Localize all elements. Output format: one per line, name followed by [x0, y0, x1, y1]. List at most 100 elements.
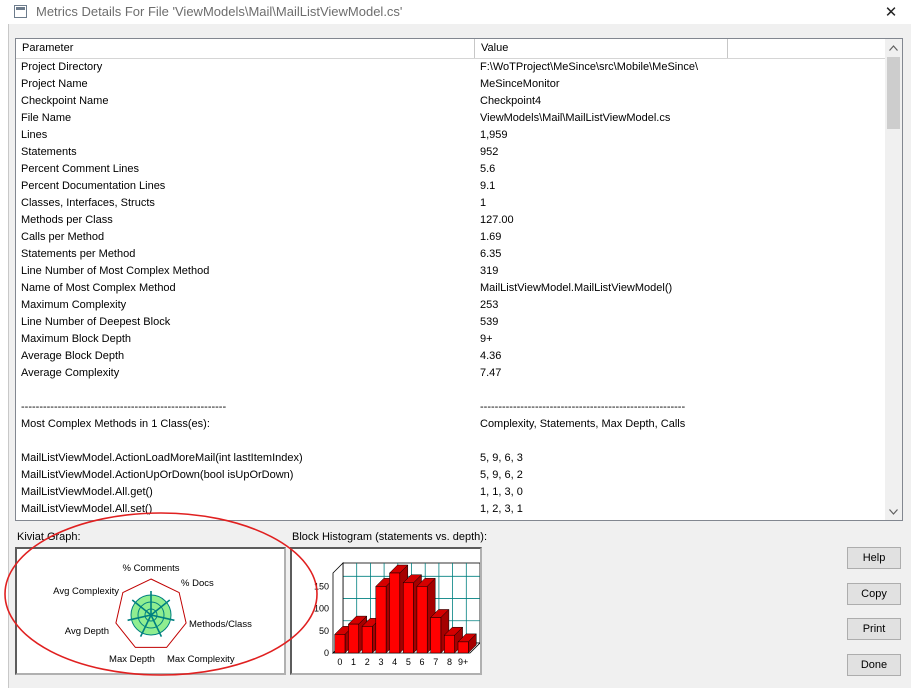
row-parameter: Statements: [21, 146, 77, 158]
histogram-bar: [457, 641, 469, 654]
row-parameter: Methods per Class: [21, 214, 113, 226]
histogram-bar: [444, 634, 455, 654]
list-row[interactable]: Classes, Interfaces, Structs 1: [16, 195, 887, 212]
list-row[interactable]: Project Name MeSinceMonitor: [16, 76, 887, 93]
list-row[interactable]: Maximum Complexity 253: [16, 297, 887, 314]
list-row[interactable]: Lines 1,959: [16, 127, 887, 144]
list-row[interactable]: MailListViewModel.All.get() 1, 1, 3, 0: [16, 484, 887, 501]
row-value: 6.35: [480, 248, 502, 260]
list-row[interactable]: MailListViewModel.ActionUpOrDown(bool is…: [16, 467, 887, 484]
row-value: F:\WoTProject\MeSince\src\Mobile\MeSince…: [480, 61, 699, 73]
copy-button[interactable]: Copy: [847, 583, 901, 605]
list-row[interactable]: Line Number of Deepest Block 539: [16, 314, 887, 331]
list-row[interactable]: Percent Comment Lines 5.6: [16, 161, 887, 178]
histogram-x-tick: 9+: [458, 657, 468, 667]
row-value: ViewModels\Mail\MailListViewModel.cs: [480, 112, 671, 124]
row-value: 1: [480, 197, 487, 209]
row-value: 9+: [480, 333, 493, 345]
histogram-bar: [348, 623, 359, 654]
done-button[interactable]: Done: [847, 654, 901, 676]
window-title: Metrics Details For File 'ViewModels\Mai…: [36, 4, 403, 19]
row-parameter: Maximum Complexity: [21, 299, 127, 311]
list-row[interactable]: [16, 382, 887, 399]
list-row[interactable]: Statements 952: [16, 144, 887, 161]
histogram-y-tick: 150: [314, 581, 329, 591]
row-parameter: Checkpoint Name: [21, 95, 109, 107]
column-header-value[interactable]: Value: [475, 39, 728, 58]
list-row[interactable]: Maximum Block Depth 9+: [16, 331, 887, 348]
histogram-x-tick: 1: [351, 657, 356, 667]
list-row[interactable]: Most Complex Methods in 1 Class(es): Comp…: [16, 416, 887, 433]
row-parameter: Line Number of Most Complex Method: [21, 265, 210, 277]
help-button[interactable]: Help: [847, 547, 901, 569]
histogram-x-tick: 8: [447, 657, 452, 667]
row-value: MeSinceMonitor: [480, 78, 560, 90]
list-row[interactable]: Average Complexity 7.47: [16, 365, 887, 382]
kiviat-axis-label: Methods/Class: [189, 619, 252, 630]
close-button[interactable]: ✕: [871, 0, 911, 24]
metrics-list-view[interactable]: Parameter Value Project Directory F:\WoTP…: [15, 38, 903, 521]
row-parameter: Maximum Block Depth: [21, 333, 132, 345]
list-row[interactable]: Project Directory F:\WoTProject\MeSince\s…: [16, 59, 887, 76]
row-value: ----------------------------------------…: [480, 401, 686, 413]
kiviat-axis-label: Avg Depth: [65, 626, 109, 637]
row-value: 952: [480, 146, 499, 158]
histogram-x-tick: 0: [337, 657, 342, 667]
row-parameter: Project Directory: [21, 61, 103, 73]
row-parameter: MailListViewModel.All.set(): [21, 503, 153, 515]
list-row[interactable]: Checkpoint Name Checkpoint4: [16, 93, 887, 110]
histogram-y-tick: 100: [314, 604, 329, 614]
list-row[interactable]: Average Block Depth 4.36: [16, 348, 887, 365]
list-row[interactable]: File Name ViewModels\Mail\MailListViewMod…: [16, 110, 887, 127]
row-value: 7.47: [480, 367, 502, 379]
list-row[interactable]: MailListViewModel.ActionLoadMoreMail(int…: [16, 450, 887, 467]
kiviat-graph-label: Kiviat Graph:: [17, 531, 81, 543]
block-histogram-label: Block Histogram (statements vs. depth):: [292, 531, 488, 543]
row-parameter: Calls per Method: [21, 231, 105, 243]
row-value: 1, 2, 3, 1: [480, 503, 523, 515]
histogram-bar: [334, 634, 346, 654]
row-value: 1, 1, 3, 0: [480, 486, 523, 498]
title-bar: Metrics Details For File 'ViewModels\Mai…: [8, 0, 911, 24]
row-parameter: Average Complexity: [21, 367, 120, 379]
kiviat-axis-label: % Docs: [181, 578, 214, 589]
block-histogram-panel: 150 100 50 0 0 1 2 3 4 5 6 7 8 9+: [290, 547, 482, 675]
histogram-bar: [402, 582, 414, 654]
row-value: 5, 9, 6, 2: [480, 469, 523, 481]
row-parameter: Percent Comment Lines: [21, 163, 139, 175]
vertical-scrollbar[interactable]: [885, 39, 902, 520]
scroll-thumb[interactable]: [887, 57, 900, 129]
row-parameter: MailListViewModel.ActionLoadMoreMail(int…: [21, 452, 303, 464]
print-button[interactable]: Print: [847, 618, 901, 640]
histogram-x-tick: 2: [365, 657, 370, 667]
list-row[interactable]: [16, 433, 887, 450]
kiviat-graph-panel: % Comments% Docs Methods/Class Max Complex…: [15, 547, 286, 675]
row-value: 253: [480, 299, 499, 311]
app-icon: [14, 5, 27, 18]
list-row[interactable]: Name of Most Complex Method MailListViewM…: [16, 280, 887, 297]
scroll-up-arrow-icon[interactable]: [885, 39, 902, 56]
list-row[interactable]: ----------------------------------------…: [16, 399, 887, 416]
list-rows: Project Directory F:\WoTProject\MeSince\s…: [16, 59, 887, 518]
list-row[interactable]: Statements per Method 6.35: [16, 246, 887, 263]
row-parameter: Lines: [21, 129, 48, 141]
list-row[interactable]: Percent Documentation Lines 9.1: [16, 178, 887, 195]
row-value: 319: [480, 265, 499, 277]
row-value: 9.1: [480, 180, 496, 192]
list-row[interactable]: MailListViewModel.All.set() 1, 2, 3, 1: [16, 501, 887, 518]
histogram-bar: [361, 626, 373, 654]
row-parameter: File Name: [21, 112, 72, 124]
histogram-y-tick: 50: [319, 626, 329, 636]
list-row[interactable]: Methods per Class 127.00: [16, 212, 887, 229]
row-value: 5, 9, 6, 3: [480, 452, 523, 464]
kiviat-axis-label: Max Depth: [109, 654, 155, 665]
histogram-bar: [375, 586, 387, 654]
list-row[interactable]: Line Number of Most Complex Method 319: [16, 263, 887, 280]
row-value: Checkpoint4: [480, 95, 542, 107]
histogram-x-tick: 3: [378, 657, 383, 667]
row-value: Complexity, Statements, Max Depth, Calls: [480, 418, 686, 430]
scroll-down-arrow-icon[interactable]: [885, 503, 902, 520]
column-header-parameter[interactable]: Parameter: [16, 39, 475, 58]
list-row[interactable]: Calls per Method 1.69: [16, 229, 887, 246]
histogram-bar: [430, 617, 442, 654]
